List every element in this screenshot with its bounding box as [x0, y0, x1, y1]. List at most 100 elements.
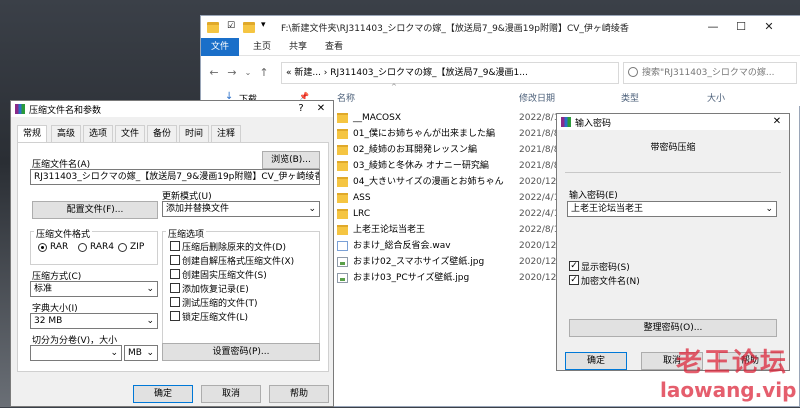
- solid-checkbox[interactable]: [170, 269, 180, 279]
- help-button[interactable]: 帮助: [269, 385, 329, 403]
- dict-select[interactable]: 32 MB ⌄: [30, 313, 158, 329]
- lock-archive-checkbox[interactable]: [170, 311, 180, 321]
- watermark-url: laowang.vip: [660, 378, 797, 402]
- folder-icon: [337, 177, 348, 187]
- organize-passwords-button[interactable]: 整理密码(O)...: [569, 319, 777, 337]
- option-label: 创建固实压缩文件(S): [182, 271, 267, 281]
- format-label: 压缩文件格式: [34, 227, 93, 240]
- new-folder-icon[interactable]: [243, 22, 255, 33]
- tab-comment[interactable]: 注释: [211, 125, 242, 143]
- split-unit-select[interactable]: MB ⌄: [124, 345, 158, 361]
- format-rar4-radio[interactable]: [78, 243, 87, 252]
- format-rar4-label: RAR4: [90, 242, 115, 252]
- image-file-icon: [337, 257, 348, 267]
- method-value: 标准: [34, 284, 53, 294]
- column-header: ^ 名称 修改日期 类型 大小: [331, 83, 800, 106]
- help-icon[interactable]: ?: [291, 101, 311, 117]
- format-rar-label: RAR: [50, 242, 69, 252]
- window-title: F:\新建文件夹\RJ311403_シロクマの嫁_【放送局7_9&漫画19p附赠…: [281, 24, 629, 34]
- folder-icon: [337, 113, 348, 123]
- chevron-down-icon[interactable]: ⌄: [146, 346, 154, 360]
- winrar-icon: [561, 117, 571, 127]
- sfx-checkbox[interactable]: [170, 255, 180, 265]
- address-bar[interactable]: « 新建... › RJ311403_シロクマの嫁_【放送局7_9&漫画1...…: [281, 62, 619, 84]
- show-password-label: 显示密码(S): [581, 263, 630, 273]
- dict-value: 32 MB: [34, 316, 63, 326]
- archive-tabs: 常规 高级 选项 文件 备份 时间 注释: [17, 125, 329, 143]
- close-button[interactable]: ✕: [757, 19, 781, 35]
- tab-home[interactable]: 主页: [243, 38, 281, 56]
- option-label: 锁定压缩文件(L): [182, 313, 249, 323]
- divider: [565, 172, 781, 173]
- delete-after-checkbox[interactable]: [170, 241, 180, 251]
- format-rar-radio[interactable]: [38, 243, 47, 252]
- chevron-down-icon[interactable]: ⌄: [765, 202, 773, 216]
- column-date[interactable]: 修改日期: [519, 91, 555, 104]
- folder-icon: [207, 22, 219, 33]
- tab-backup[interactable]: 备份: [147, 125, 178, 143]
- password-dialog: 输入密码 ✕ 带密码压缩 输入密码(E) 上老王论坛当老王 ⌄ ✓ 显示密码(S…: [556, 113, 790, 371]
- column-size[interactable]: 大小: [707, 91, 725, 104]
- minimize-button[interactable]: —: [701, 19, 725, 35]
- tab-advanced[interactable]: 高级: [51, 125, 82, 143]
- ok-button[interactable]: 确定: [565, 352, 627, 370]
- column-type[interactable]: 类型: [621, 91, 639, 104]
- folder-icon: [337, 225, 348, 235]
- tab-options[interactable]: 选项: [83, 125, 114, 143]
- tab-time[interactable]: 时间: [179, 125, 210, 143]
- sort-arrow-icon: ^: [391, 83, 397, 91]
- tab-view[interactable]: 查看: [315, 38, 353, 56]
- recovery-record-checkbox[interactable]: [170, 283, 180, 293]
- close-icon[interactable]: ✕: [767, 114, 787, 130]
- image-file-icon: [337, 273, 348, 283]
- address-row: ← → ⌄ ↑ « 新建... › RJ311403_シロクマの嫁_【放送局7_…: [201, 56, 800, 88]
- ribbon-tabs: 文件 主页 共享 查看: [201, 38, 800, 56]
- winrar-icon: [15, 104, 25, 114]
- ok-button[interactable]: 确定: [133, 385, 193, 403]
- profile-button[interactable]: 配置文件(F)...: [32, 201, 158, 219]
- address-path: « 新建... › RJ311403_シロクマの嫁_【放送局7_9&漫画1...: [286, 68, 528, 78]
- update-mode-select[interactable]: 添加并替换文件 ⌄: [162, 201, 320, 217]
- chevron-down-icon[interactable]: ⌄: [146, 282, 154, 296]
- column-name[interactable]: 名称: [337, 91, 355, 104]
- tab-share[interactable]: 共享: [279, 38, 317, 56]
- set-password-button[interactable]: 设置密码(P)...: [162, 343, 320, 361]
- show-password-checkbox[interactable]: ✓: [569, 261, 579, 271]
- close-icon[interactable]: ✕: [311, 101, 331, 117]
- test-files-checkbox[interactable]: [170, 297, 180, 307]
- search-input[interactable]: 搜索"RJ311403_シロクマの嫁...: [623, 62, 797, 84]
- option-label: 创建自解压格式压缩文件(X): [182, 257, 295, 267]
- quick-access-check-icon[interactable]: ☑: [227, 21, 235, 31]
- option-label: 压缩后删除原来的文件(D): [182, 243, 286, 253]
- password-input[interactable]: 上老王论坛当老王 ⌄: [567, 201, 777, 217]
- search-icon: [628, 67, 638, 77]
- encrypt-names-checkbox[interactable]: ✓: [569, 275, 579, 285]
- search-placeholder: 搜索"RJ311403_シロクマの嫁...: [642, 68, 775, 78]
- password-value: 上老王论坛当老王: [571, 204, 644, 214]
- maximize-button[interactable]: ☐: [729, 19, 753, 35]
- browse-button[interactable]: 浏览(B)...: [262, 151, 320, 169]
- back-arrow-icon[interactable]: ←: [207, 66, 221, 80]
- cancel-button[interactable]: 取消: [201, 385, 261, 403]
- archive-name-input[interactable]: RJ311403_シロクマの嫁_【放送局7_9&漫画19p附赠】CV_伊ヶ崎绫香…: [30, 169, 320, 185]
- folder-icon: [337, 209, 348, 219]
- up-arrow-icon[interactable]: ↑: [257, 66, 271, 80]
- update-mode-value: 添加并替换文件: [166, 204, 230, 214]
- chevron-down-icon[interactable]: ⌄: [110, 346, 118, 360]
- password-dialog-titlebar: 输入密码 ✕: [557, 114, 789, 130]
- format-zip-label: ZIP: [130, 242, 145, 252]
- format-zip-radio[interactable]: [118, 243, 127, 252]
- method-select[interactable]: 标准 ⌄: [30, 281, 158, 297]
- chevron-down-icon[interactable]: ⌄: [308, 202, 316, 216]
- tab-file[interactable]: 文件: [201, 38, 240, 56]
- forward-arrow-icon[interactable]: →: [225, 66, 239, 80]
- recent-chevron-icon[interactable]: ⌄: [241, 66, 255, 80]
- split-unit-value: MB: [128, 348, 142, 358]
- tab-files[interactable]: 文件: [115, 125, 146, 143]
- customize-toolbar-icon[interactable]: ▾: [261, 20, 266, 30]
- chevron-down-icon[interactable]: ⌄: [146, 314, 154, 328]
- password-dialog-title: 输入密码: [575, 119, 612, 129]
- watermark-text: 老王论坛: [676, 348, 789, 378]
- split-size-input[interactable]: ⌄: [30, 345, 122, 361]
- encrypt-names-label: 加密文件名(N): [581, 277, 640, 287]
